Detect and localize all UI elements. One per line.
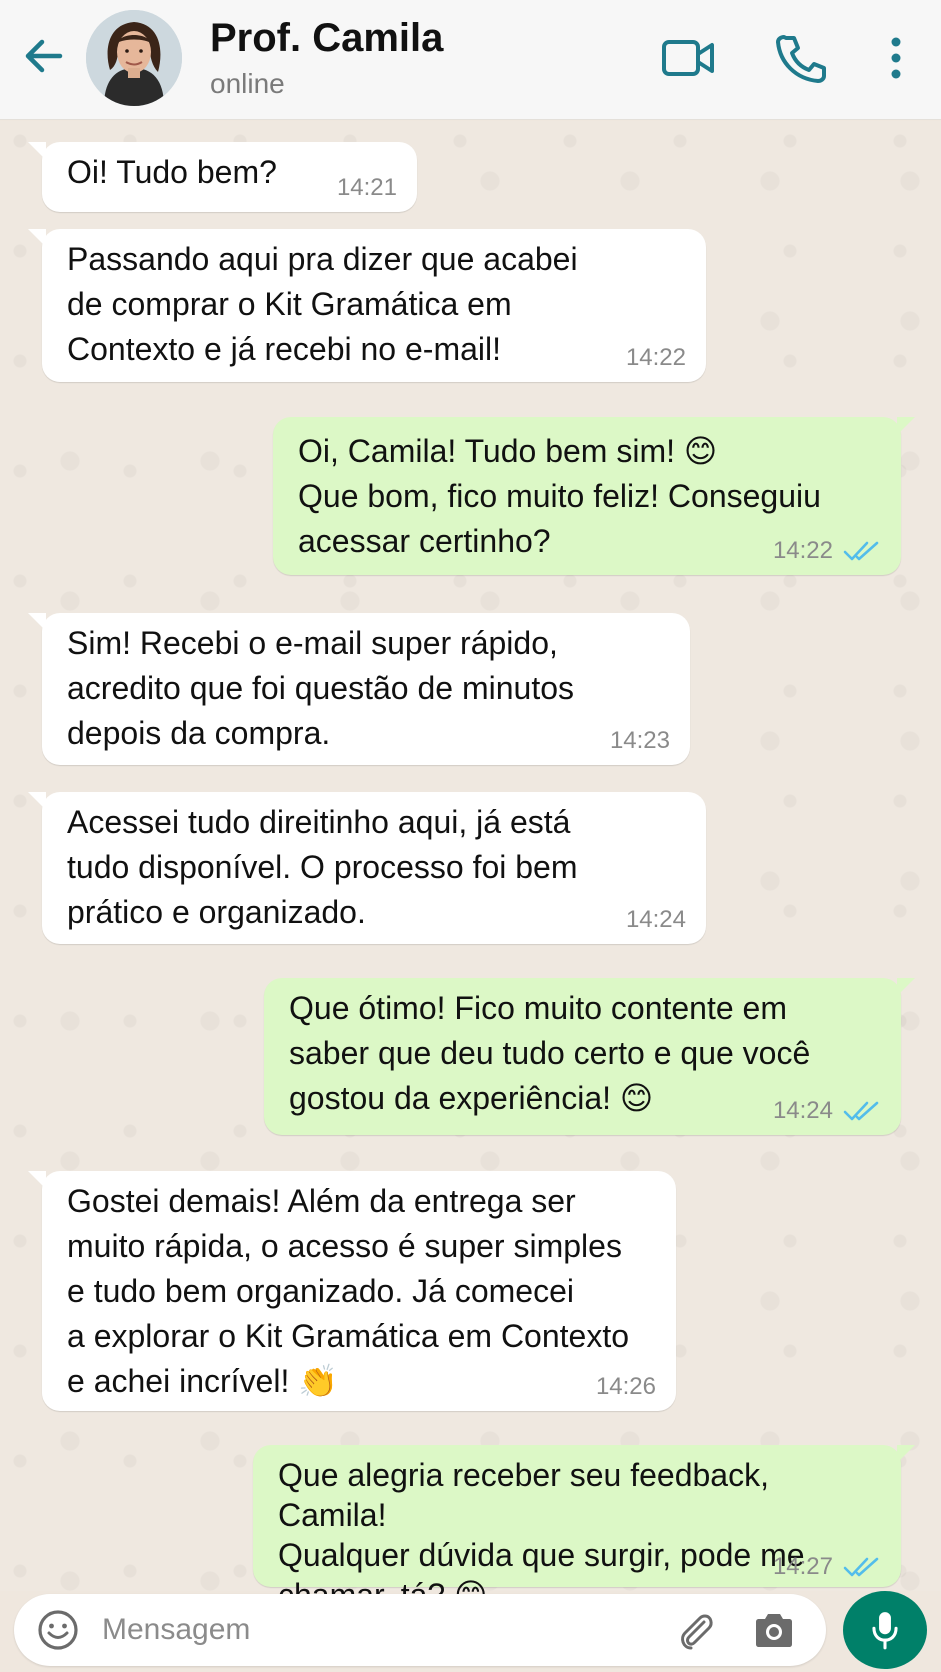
message-incoming[interactable]: Sim! Recebi o e-mail super rápido, acred…	[28, 613, 690, 765]
message-incoming[interactable]: Passando aqui pra dizer que acabei de co…	[28, 229, 706, 382]
read-receipt-icon	[843, 1101, 879, 1121]
message-outgoing[interactable]: Que alegria receber seu feedback, Camila…	[253, 1445, 915, 1613]
message-text: Que alegria receber seu feedback, Camila…	[278, 1457, 805, 1613]
smiley-icon[interactable]	[36, 1608, 80, 1652]
message-time: 14:22	[625, 344, 686, 371]
message-outgoing[interactable]: Que ótimo! Fico muito contente em saber …	[264, 978, 915, 1135]
camera-icon[interactable]	[752, 1610, 796, 1650]
read-receipt-icon	[843, 541, 879, 561]
message-time: 14:21	[336, 174, 397, 201]
message-text: Passando aqui pra dizer que acabei de co…	[67, 241, 578, 367]
message-time: 14:26	[595, 1373, 656, 1400]
microphone-icon	[872, 1612, 898, 1650]
paperclip-icon[interactable]	[674, 1608, 718, 1652]
chat-header: Prof. Camila online	[0, 0, 941, 120]
message-time: 14:24	[625, 906, 686, 933]
message-text: Sim! Recebi o e-mail super rápido, acred…	[67, 625, 574, 751]
message-incoming[interactable]: Acessei tudo direitinho aqui, já está tu…	[28, 792, 706, 944]
message-list[interactable]: Oi! Tudo bem? 14:21 Passando aqui pra di…	[0, 121, 941, 1613]
video-camera-icon[interactable]	[660, 32, 716, 84]
voice-message-button[interactable]	[843, 1591, 927, 1669]
arrow-left-icon[interactable]	[22, 34, 66, 78]
message-text: Gostei demais! Além da entrega ser muito…	[67, 1183, 630, 1399]
read-receipt-icon	[843, 1557, 879, 1577]
message-outgoing[interactable]: Oi, Camila! Tudo bem sim! 😊 Que bom, fic…	[273, 417, 915, 575]
message-time: 14:23	[609, 727, 670, 754]
message-time: 14:27	[772, 1553, 833, 1580]
message-time: 14:22	[772, 537, 833, 564]
avatar[interactable]	[86, 10, 182, 106]
message-incoming[interactable]: Gostei demais! Além da entrega ser muito…	[28, 1171, 676, 1411]
phone-icon[interactable]	[772, 32, 828, 84]
message-input[interactable]	[102, 1602, 662, 1658]
message-text: Acessei tudo direitinho aqui, já está tu…	[67, 804, 578, 930]
message-incoming[interactable]: Oi! Tudo bem? 14:21	[28, 142, 417, 212]
message-time: 14:24	[772, 1097, 833, 1124]
more-vertical-icon[interactable]	[878, 32, 914, 84]
message-composer	[14, 1594, 826, 1666]
contact-status: online	[210, 68, 285, 99]
contact-name[interactable]: Prof. Camila	[210, 16, 443, 61]
avatar-image	[86, 10, 182, 106]
